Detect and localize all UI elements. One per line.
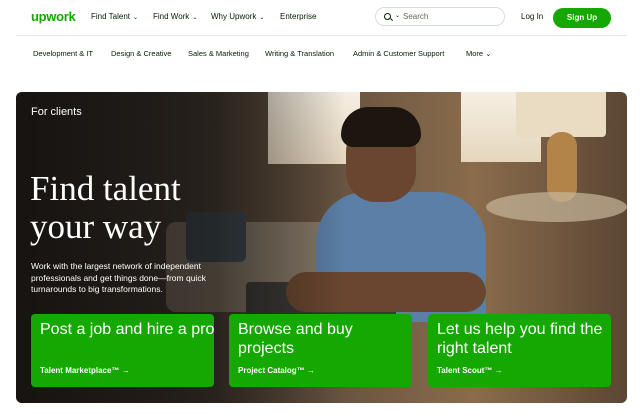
- upwork-logo[interactable]: upwork: [31, 9, 76, 24]
- category-sales-marketing[interactable]: Sales & Marketing: [188, 49, 249, 58]
- nav-find-work[interactable]: Find Work ⌄: [153, 12, 197, 21]
- hero-banner: For clients Find talent your way Work wi…: [16, 92, 627, 403]
- chevron-down-icon: ⌄: [133, 15, 139, 21]
- hero-description: Work with the largest network of indepen…: [31, 261, 206, 294]
- talent-scout-link[interactable]: Talent Scout™ →: [437, 366, 503, 375]
- search-placeholder: Search: [403, 12, 429, 21]
- category-design-creative[interactable]: Design & Creative: [111, 49, 171, 58]
- card-talent-scout[interactable]: Let us help you find the right talent Ta…: [428, 314, 611, 387]
- nav-find-talent[interactable]: Find Talent ⌄: [91, 12, 138, 21]
- signup-button[interactable]: Sign Up: [553, 8, 611, 28]
- category-admin-support[interactable]: Admin & Customer Support: [353, 49, 444, 58]
- category-development-it[interactable]: Development & IT: [33, 49, 93, 58]
- card-post-job[interactable]: Post a job and hire a pro Talent Marketp…: [31, 314, 214, 387]
- project-catalog-link[interactable]: Project Catalog™ →: [238, 366, 315, 375]
- search-input[interactable]: ⌄ Search: [375, 7, 505, 26]
- login-link[interactable]: Log In: [521, 12, 543, 21]
- lamp-shade: [516, 92, 606, 137]
- hero-eyebrow: For clients: [31, 106, 82, 118]
- side-table: [486, 192, 627, 222]
- nav-enterprise[interactable]: Enterprise: [280, 12, 316, 21]
- category-more[interactable]: More ⌄: [466, 49, 491, 58]
- chevron-down-icon: ⌄: [259, 15, 265, 21]
- chevron-down-icon: ⌄: [485, 49, 492, 58]
- card-browse-projects[interactable]: Browse and buy projects Project Catalog™…: [229, 314, 412, 387]
- card-title: Let us help you find the right talent: [437, 321, 603, 357]
- talent-marketplace-link[interactable]: Talent Marketplace™ →: [40, 366, 130, 375]
- search-icon: [384, 13, 391, 20]
- hero-title: Find talent your way: [30, 169, 181, 246]
- nav-why-upwork[interactable]: Why Upwork ⌄: [211, 12, 264, 21]
- category-nav: Development & IT Design & Creative Sales…: [16, 35, 627, 75]
- card-title: Browse and buy projects: [238, 321, 353, 357]
- category-writing-translation[interactable]: Writing & Translation: [265, 49, 334, 58]
- top-nav: upwork Find Talent ⌄ Find Work ⌄ Why Upwor…: [0, 0, 640, 35]
- chevron-down-icon[interactable]: ⌄: [395, 12, 400, 19]
- card-title: Post a job and hire a pro: [40, 321, 215, 338]
- person-hair: [341, 107, 421, 147]
- chevron-down-icon: ⌄: [192, 15, 198, 21]
